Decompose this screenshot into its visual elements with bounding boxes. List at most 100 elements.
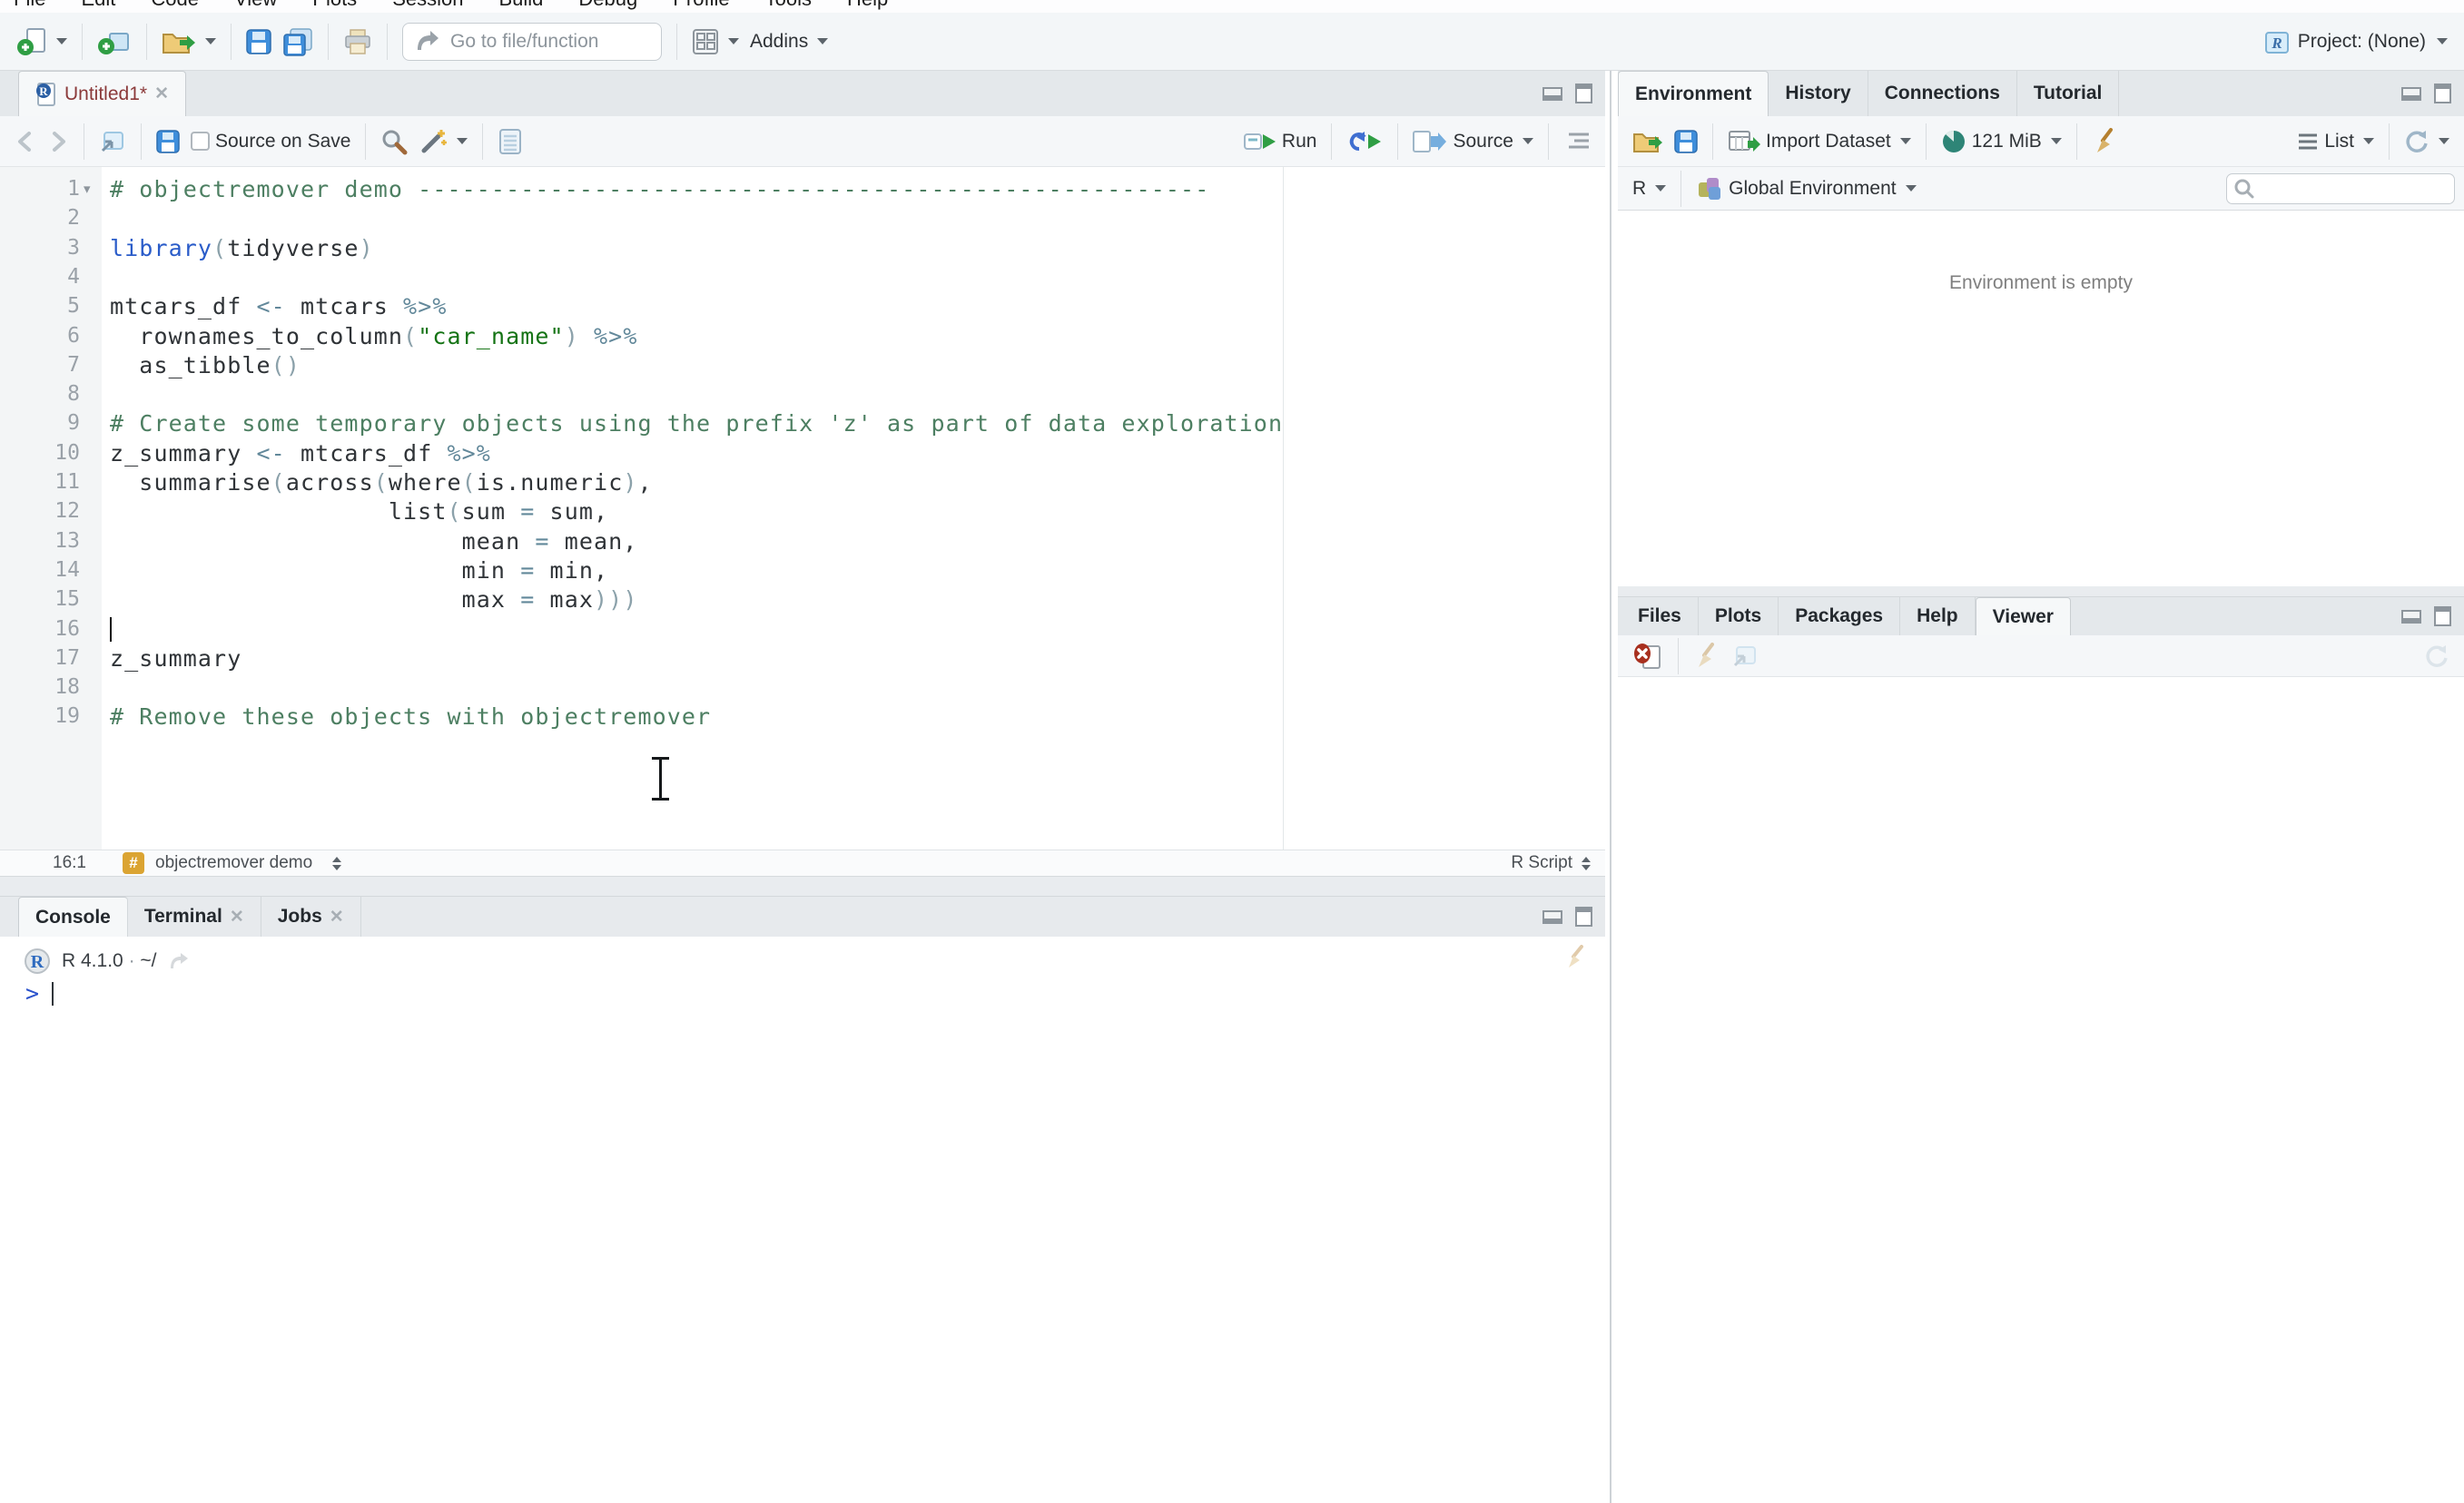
tab-packages[interactable]: Packages bbox=[1779, 597, 1901, 635]
import-dataset-button[interactable]: Import Dataset bbox=[1722, 124, 1917, 159]
tab-title: Untitled1* bbox=[64, 83, 148, 104]
console-input[interactable]: > bbox=[25, 980, 54, 1007]
menu-build[interactable]: Build bbox=[498, 0, 543, 11]
maximize-source-icon[interactable] bbox=[1575, 84, 1592, 103]
document-outline-button[interactable] bbox=[1558, 127, 1596, 156]
tab-files[interactable]: Files bbox=[1621, 597, 1699, 635]
code-line[interactable]: rownames_to_column("car_name") %>% bbox=[110, 321, 637, 351]
project-selector[interactable]: R Project: (None) bbox=[2263, 28, 2453, 55]
minimize-viewer-icon[interactable] bbox=[2401, 609, 2421, 624]
code-line[interactable]: # objectremover demo -------------------… bbox=[110, 174, 1209, 204]
tab-terminal[interactable]: Terminal ✕ bbox=[128, 897, 261, 937]
tab-history[interactable]: History bbox=[1769, 71, 1868, 116]
minimize-source-icon[interactable] bbox=[1542, 86, 1562, 101]
goto-file-function-input[interactable]: Go to file/function bbox=[402, 22, 662, 61]
menu-profile[interactable]: Profile bbox=[673, 0, 729, 11]
print-button[interactable] bbox=[338, 25, 378, 59]
code-line[interactable]: # Remove these objects with objectremove… bbox=[110, 702, 711, 732]
tab-close-icon[interactable]: ✕ bbox=[154, 84, 169, 104]
clear-environment-button[interactable] bbox=[2086, 123, 2124, 160]
clear-viewer-item-button[interactable] bbox=[1627, 637, 1669, 675]
code-line[interactable]: max = max))) bbox=[110, 584, 637, 614]
menu-session[interactable]: Session bbox=[392, 0, 463, 11]
r-script-icon: R bbox=[35, 82, 57, 107]
code-line[interactable]: # Create some temporary objects using th… bbox=[110, 408, 1283, 438]
code-line[interactable]: summarise(across(where(is.numeric), bbox=[110, 467, 653, 497]
minimize-environment-icon[interactable] bbox=[2401, 86, 2421, 101]
viewer-refresh-button[interactable] bbox=[2419, 640, 2455, 673]
terminal-close-icon[interactable]: ✕ bbox=[230, 907, 244, 928]
line-number: 11 bbox=[54, 470, 80, 494]
tab-tutorial[interactable]: Tutorial bbox=[2017, 71, 2120, 116]
pane-layout-button[interactable] bbox=[686, 25, 744, 59]
jobs-close-icon[interactable]: ✕ bbox=[330, 907, 344, 928]
source-button[interactable]: Source bbox=[1407, 126, 1539, 157]
menu-file[interactable]: File bbox=[14, 0, 45, 11]
save-button[interactable] bbox=[241, 25, 277, 58]
minimize-console-icon[interactable] bbox=[1542, 909, 1562, 924]
language-selector[interactable]: R bbox=[1627, 174, 1671, 203]
code-line[interactable]: z_summary bbox=[110, 643, 241, 673]
tab-viewer[interactable]: Viewer bbox=[1975, 597, 2071, 635]
tab-connections[interactable]: Connections bbox=[1868, 71, 2017, 116]
code-line[interactable]: list(sum = sum, bbox=[110, 496, 608, 526]
console-prompt-symbol: > bbox=[25, 980, 40, 1007]
console-popout-icon[interactable] bbox=[168, 951, 190, 971]
new-project-button[interactable] bbox=[92, 23, 137, 61]
code-line[interactable]: library(tidyverse) bbox=[110, 233, 374, 263]
maximize-console-icon[interactable] bbox=[1575, 907, 1592, 927]
tab-plots[interactable]: Plots bbox=[1699, 597, 1779, 635]
new-file-button[interactable] bbox=[11, 23, 73, 61]
file-type-selector[interactable]: R Script bbox=[1511, 853, 1605, 873]
fold-marker-icon[interactable]: ▾ bbox=[84, 174, 91, 204]
code-line[interactable]: as_tibble() bbox=[110, 350, 301, 380]
menu-debug[interactable]: Debug bbox=[578, 0, 637, 11]
find-replace-button[interactable] bbox=[375, 124, 413, 159]
clear-all-viewer-button[interactable] bbox=[1688, 638, 1726, 674]
code-line[interactable]: mean = mean, bbox=[110, 526, 637, 556]
menu-edit[interactable]: Edit bbox=[81, 0, 115, 11]
save-all-button[interactable] bbox=[277, 24, 319, 60]
addins-button[interactable]: Addins bbox=[744, 27, 833, 56]
code-line[interactable]: min = min, bbox=[110, 555, 608, 585]
open-file-button[interactable] bbox=[156, 24, 222, 60]
rerun-button[interactable] bbox=[1341, 125, 1388, 158]
save-current-button[interactable] bbox=[151, 126, 185, 157]
popout-window-button[interactable] bbox=[94, 125, 132, 158]
refresh-environment-button[interactable] bbox=[2399, 125, 2455, 158]
tab-environment[interactable]: Environment bbox=[1618, 71, 1769, 116]
run-button[interactable]: Run bbox=[1238, 126, 1323, 157]
menu-tools[interactable]: Tools bbox=[765, 0, 812, 11]
memory-usage-button[interactable]: 121 MiB bbox=[1936, 125, 2067, 158]
tab-help[interactable]: Help bbox=[1900, 597, 1976, 635]
load-workspace-button[interactable] bbox=[1627, 124, 1669, 159]
search-icon bbox=[2234, 179, 2254, 199]
code-line[interactable]: z_summary <- mtcars_df %>% bbox=[110, 438, 491, 468]
tab-console[interactable]: Console bbox=[18, 897, 128, 937]
tab-untitled1[interactable]: R Untitled1* ✕ bbox=[18, 71, 186, 116]
environment-search-input[interactable] bbox=[2226, 172, 2455, 204]
list-view-button[interactable]: List bbox=[2292, 127, 2380, 156]
nav-forward-button[interactable] bbox=[42, 126, 74, 157]
source-on-save-toggle[interactable]: Source on Save bbox=[185, 127, 356, 156]
pane-divider[interactable] bbox=[1610, 71, 1611, 1503]
source-on-save-checkbox[interactable] bbox=[191, 132, 210, 151]
code-line[interactable]: mtcars_df <- mtcars %>% bbox=[110, 291, 448, 321]
tab-jobs[interactable]: Jobs ✕ bbox=[261, 897, 361, 937]
menu-code[interactable]: Code bbox=[151, 0, 199, 11]
save-workspace-button[interactable] bbox=[1669, 126, 1703, 157]
section-navigator[interactable]: # objectremover demo bbox=[123, 852, 342, 874]
environment-selector[interactable]: Global Environment bbox=[1690, 172, 1921, 206]
menu-plots[interactable]: Plots bbox=[312, 0, 357, 11]
code-tools-button[interactable] bbox=[413, 123, 473, 160]
viewer-popout-button[interactable] bbox=[1726, 640, 1764, 673]
code-editor[interactable]: 1 ▾ 2 3 4 5 6 7 8 9 10 11 12 13 14 15 16 17 18 19 # objectr… bbox=[0, 167, 1605, 850]
environment-selector-label: Global Environment bbox=[1729, 177, 1897, 199]
nav-back-button[interactable] bbox=[9, 126, 42, 157]
maximize-viewer-icon[interactable] bbox=[2434, 606, 2451, 626]
compile-report-button[interactable] bbox=[492, 124, 528, 159]
maximize-environment-icon[interactable] bbox=[2434, 84, 2451, 103]
menu-view[interactable]: View bbox=[234, 0, 277, 11]
menu-help[interactable]: Help bbox=[847, 0, 888, 11]
clear-console-button[interactable] bbox=[1563, 944, 1591, 971]
